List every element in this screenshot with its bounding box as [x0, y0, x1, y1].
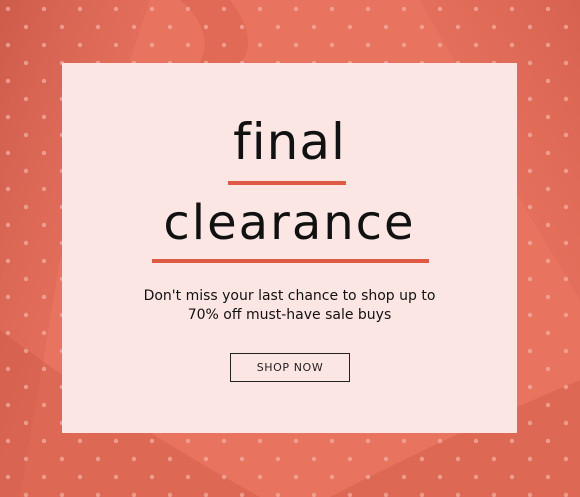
promo-description: Don't miss your last chance to shop up t… [102, 287, 477, 325]
promo-banner[interactable]: final clearance Don't miss your last cha… [0, 0, 580, 497]
shop-now-button[interactable]: SHOP NOW [230, 353, 350, 382]
promo-description-line-2: 70% off must-have sale buys [187, 307, 392, 323]
title-final: final [233, 113, 346, 171]
promo-description-line-1: Don't miss your last chance to shop up t… [143, 288, 436, 304]
title-clearance: clearance [163, 195, 416, 251]
title-underline-2 [152, 259, 429, 263]
promo-card: final clearance Don't miss your last cha… [62, 63, 517, 433]
title-underline-1 [228, 181, 346, 185]
